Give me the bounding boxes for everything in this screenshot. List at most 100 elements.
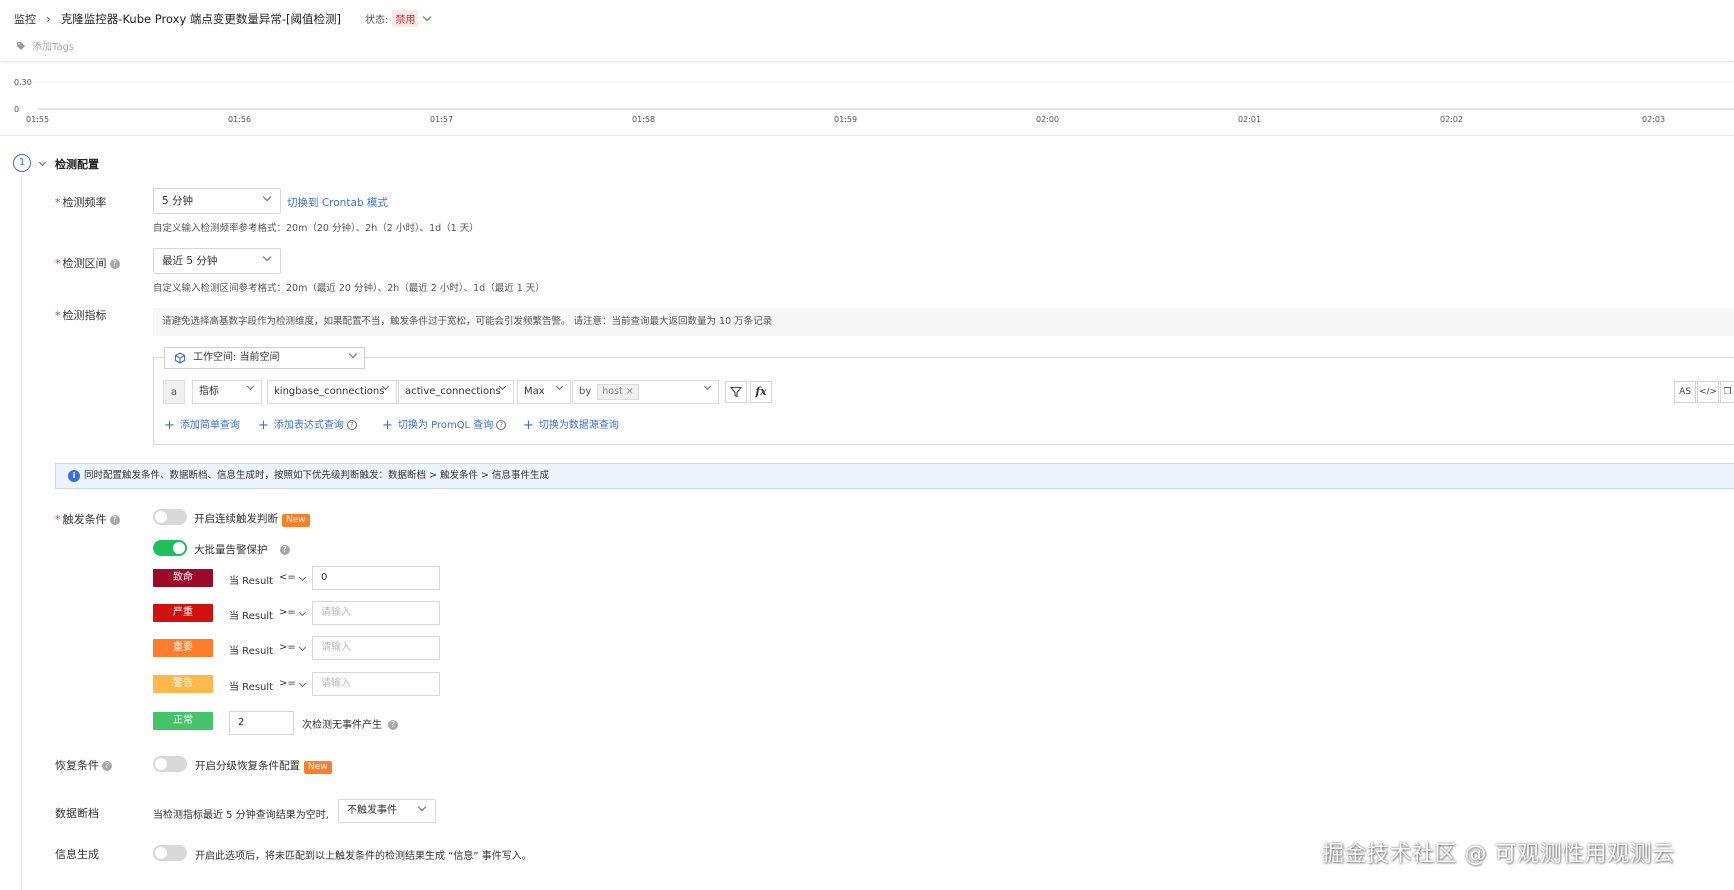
no-data-label: 数据断档	[55, 807, 99, 820]
step-number: 1	[13, 154, 31, 172]
x-tick-label: 02:01	[1238, 115, 1261, 124]
continuous-trigger-label: 开启连续触发判断 New	[194, 511, 310, 527]
code-button[interactable]: </>	[1697, 381, 1719, 403]
help-icon[interactable]: ?	[102, 761, 112, 771]
chevron-down-icon	[262, 192, 272, 202]
operator-value: >=	[279, 678, 296, 689]
switch-datasource-link[interactable]: + 切换为数据源查询	[523, 416, 619, 433]
no-data-text: 当检测指标最近 5 分钟查询结果为空时,	[153, 810, 329, 821]
chart-svg: 0.600.30001:5501:5601:5701:5801:5902:000…	[14, 53, 1734, 124]
metric-tip: 请避免选择高基数字段作为检测维度，如果配置不当，触发条件过于宽松，可能会引发频繁…	[153, 308, 1734, 336]
breadcrumb-separator-icon: ›	[46, 11, 51, 26]
result-label: 当 Result	[229, 646, 274, 657]
source-type-select[interactable]: 指标	[192, 380, 262, 404]
severity-2: 重要	[153, 639, 213, 657]
timeseries-chart: 0.600.30001:5501:5601:5701:5801:5902:000…	[0, 53, 1734, 136]
x-tick-label: 01:59	[834, 115, 857, 124]
section-title[interactable]: 检测配置	[55, 156, 99, 172]
chevron-down-icon	[298, 679, 306, 688]
add-expression-query-link[interactable]: + 添加表达式查询?	[258, 416, 357, 433]
info-icon: i	[68, 470, 80, 482]
y-tick-label: 0.30	[14, 78, 32, 87]
normal-suffix: 次检测无事件产生?	[302, 716, 398, 731]
field-select[interactable]: active_connections	[398, 380, 514, 404]
page-title: 克隆监控器-Kube Proxy 端点变更数量异常-[阈值检测]	[60, 11, 342, 26]
metric-label: * 检测指标	[55, 309, 107, 322]
x-tick-label: 02:00	[1036, 115, 1059, 124]
severity-normal: 正常	[153, 712, 213, 730]
new-badge: New	[282, 514, 310, 527]
help-icon[interactable]: ?	[109, 515, 120, 525]
threshold-input[interactable]: 请输入	[312, 672, 440, 696]
result-label: 当 Result	[229, 682, 274, 693]
x-tick-label: 01:57	[430, 115, 453, 124]
normal-count-input[interactable]: 2	[229, 711, 294, 735]
status-label: 状态:	[365, 15, 389, 26]
interval-label: * 检测区间?	[55, 255, 120, 271]
fx-button[interactable]: fx	[750, 381, 772, 403]
help-icon[interactable]: ?	[496, 420, 507, 430]
operator-select[interactable]: >=	[279, 642, 306, 653]
operator-select[interactable]: >=	[279, 607, 306, 618]
interval-select[interactable]: 最近 5 分钟	[153, 248, 281, 274]
status-chevron-down-icon[interactable]	[423, 12, 432, 22]
frequency-select[interactable]: 5 分钟	[153, 188, 281, 214]
operator-select[interactable]: >=	[279, 678, 306, 689]
x-tick-label: 01:56	[228, 115, 251, 124]
chevron-down-icon	[298, 643, 306, 652]
severity-1: 严重	[153, 604, 213, 622]
by-label: by	[579, 386, 592, 397]
add-tags[interactable]: 添加Tags	[16, 38, 74, 53]
threshold-input[interactable]: 0	[312, 566, 440, 590]
switch-crontab-link[interactable]: 切换到 Crontab 模式	[287, 195, 388, 210]
workspace-icon	[174, 352, 186, 364]
info-gen-label: 信息生成	[55, 848, 99, 861]
severity-0: 致命	[153, 569, 213, 587]
help-icon[interactable]: ?	[279, 545, 290, 555]
workspace-select[interactable]: 工作空间: 当前空间	[164, 347, 365, 369]
result-label: 当 Result	[229, 611, 274, 622]
copy-icon: ❐	[1723, 387, 1732, 397]
recovery-toggle[interactable]	[153, 756, 187, 772]
group-by-select[interactable]: by host ×	[572, 380, 719, 404]
chevron-down-icon	[298, 573, 306, 582]
copy-button[interactable]: ❐	[1720, 381, 1734, 403]
step-connector-line	[21, 176, 22, 890]
threshold-input[interactable]: 请输入	[312, 636, 440, 660]
x-tick-label: 02:02	[1440, 115, 1463, 124]
as-button[interactable]: AS	[1674, 381, 1696, 403]
help-icon[interactable]: ?	[388, 720, 398, 730]
threshold-input[interactable]: 请输入	[312, 601, 440, 625]
collapse-chevron-icon[interactable]	[38, 158, 47, 167]
y-tick-label: 0	[14, 105, 19, 114]
trigger-label: * 触发条件?	[55, 511, 120, 527]
mass-alert-label: 大批量告警保护?	[194, 542, 290, 557]
priority-info-bar: i 同时配置触发条件、数据断档、信息生成时，按照如下优先级判断触发：数据断档 >…	[55, 463, 1734, 489]
aggregation-select[interactable]: Max	[517, 380, 571, 404]
measurement-select[interactable]: kingbase_connections	[267, 380, 397, 404]
switch-promql-link[interactable]: + 切换为 PromQL 查询?	[382, 416, 507, 433]
breadcrumb-root[interactable]: 监控	[14, 11, 36, 27]
x-tick-label: 01:55	[26, 115, 49, 124]
host-tag[interactable]: host ×	[597, 384, 639, 400]
operator-value: <=	[279, 572, 296, 583]
help-icon[interactable]: ?	[346, 420, 357, 430]
tag-icon	[17, 41, 25, 50]
no-data-select[interactable]: 不触发事件	[338, 799, 436, 823]
filter-button[interactable]	[725, 381, 747, 403]
info-bar-text: 同时配置触发条件、数据断档、信息生成时，按照如下优先级判断触发：数据断档 > 触…	[84, 470, 550, 481]
watermark: 掘金技术社区 @ 可观测性用观测云	[1322, 842, 1675, 867]
help-icon[interactable]: ?	[109, 259, 120, 269]
info-gen-toggle[interactable]	[153, 845, 187, 861]
breadcrumb: 监控 › 克隆监控器-Kube Proxy 端点变更数量异常-[阈值检测] 状态…	[14, 10, 432, 27]
continuous-trigger-toggle[interactable]	[153, 509, 187, 525]
code-icon: </>	[1698, 387, 1718, 397]
add-simple-query-link[interactable]: + 添加简单查询	[164, 416, 240, 433]
operator-select[interactable]: <=	[279, 572, 306, 583]
status-badge[interactable]: 禁用	[392, 10, 419, 27]
frequency-hint: 自定义输入检测频率参考格式：20m（20 分钟）、2h（2 小时）、1d（1 天…	[153, 223, 479, 234]
chevron-down-icon	[246, 382, 255, 391]
x-tick-label: 02:03	[1642, 115, 1665, 124]
result-label: 当 Result	[229, 576, 274, 587]
mass-alert-toggle[interactable]	[153, 540, 187, 556]
